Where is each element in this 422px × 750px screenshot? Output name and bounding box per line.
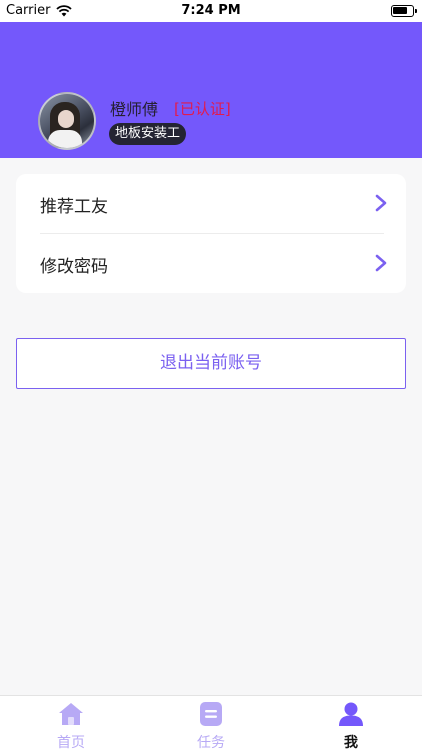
tab-label: 首页	[57, 735, 85, 750]
menu-item-label: 修改密码	[40, 257, 108, 277]
tab-me[interactable]: 我	[281, 696, 421, 750]
menu-card: 推荐工友 修改密码	[16, 174, 406, 293]
tab-label: 任务	[197, 735, 225, 750]
tab-label: 我	[344, 735, 358, 750]
profile-header: 橙师傅 [已认证] 地板安装工	[0, 22, 422, 158]
menu-item-change-password[interactable]: 修改密码	[16, 234, 406, 293]
profile-icon	[339, 702, 363, 726]
avatar-face	[58, 110, 74, 128]
user-name: 橙师傅	[110, 100, 159, 119]
avatar-shirt	[48, 130, 82, 148]
status-bar: Carrier 7:24 PM	[0, 0, 422, 22]
name-row: 橙师傅 [已认证]	[110, 96, 231, 120]
menu-item-label: 推荐工友	[40, 197, 108, 217]
chevron-right-icon	[375, 194, 387, 212]
profile-screen: Carrier 7:24 PM 橙师傅 [已认证] 地板安装工 推荐工友 修改密…	[0, 0, 422, 750]
task-icon	[200, 702, 222, 726]
menu-item-recommend[interactable]: 推荐工友	[16, 174, 406, 233]
tab-bar: 首页 任务 我	[0, 695, 422, 750]
tab-tasks[interactable]: 任务	[141, 696, 281, 750]
verified-badge: [已认证]	[174, 99, 231, 118]
chevron-right-icon	[375, 254, 387, 272]
role-tag: 地板安装工	[109, 123, 187, 145]
home-icon	[59, 703, 83, 725]
status-time: 7:24 PM	[181, 3, 241, 18]
tab-home[interactable]: 首页	[1, 696, 141, 750]
avatar[interactable]	[38, 92, 96, 150]
battery-icon	[391, 5, 417, 17]
logout-button[interactable]: 退出当前账号	[16, 338, 406, 389]
